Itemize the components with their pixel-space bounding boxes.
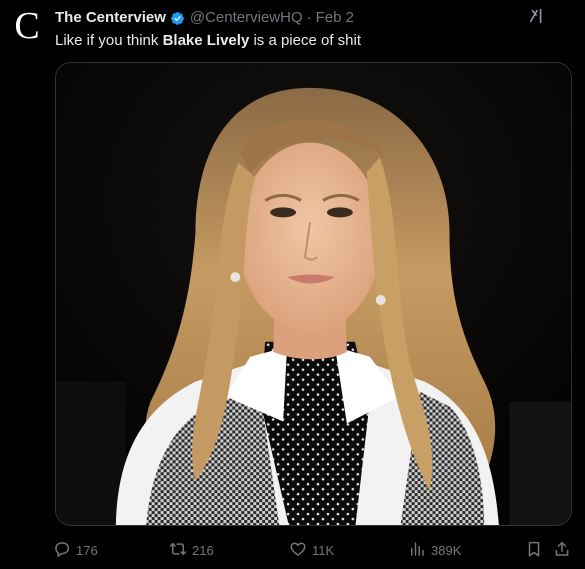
handle[interactable]: @CenterviewHQ: [190, 9, 303, 27]
tweet-date[interactable]: Feb 2: [316, 9, 354, 27]
repost-count: 216: [192, 542, 214, 558]
reply-count: 176: [76, 542, 98, 558]
bookmark-button[interactable]: [525, 538, 543, 562]
like-button[interactable]: 11K: [289, 538, 334, 562]
reply-icon: [53, 540, 71, 561]
action-bar: 176 216 11K 389K: [53, 538, 573, 562]
grok-icon[interactable]: [527, 6, 547, 26]
heart-icon: [289, 540, 307, 561]
reply-button[interactable]: 176: [53, 538, 98, 562]
share-button[interactable]: [553, 538, 571, 562]
repost-icon: [169, 540, 187, 561]
tweet[interactable]: C The Centerview @CenterviewHQ · Feb 2 L…: [0, 0, 585, 569]
separator-dot: ·: [306, 9, 312, 26]
avatar[interactable]: C: [10, 6, 44, 46]
views-chart-icon: [408, 540, 426, 561]
tweet-text-after: is a piece of shit: [249, 32, 362, 49]
verified-badge-icon: [170, 11, 185, 26]
tweet-media-photo[interactable]: [55, 62, 572, 526]
views-count: 389K: [431, 542, 462, 558]
tweet-text-bold: Blake Lively: [162, 32, 250, 49]
display-name[interactable]: The Centerview: [55, 9, 166, 27]
tweet-text: Like if you think Blake Lively is a piec…: [55, 32, 361, 50]
share-icon: [553, 540, 571, 561]
repost-button[interactable]: 216: [169, 538, 214, 562]
views-button[interactable]: 389K: [408, 538, 461, 562]
bookmark-icon: [525, 540, 543, 561]
tweet-header: The Centerview @CenterviewHQ · Feb 2: [55, 9, 354, 27]
tweet-text-before: Like if you think: [55, 32, 163, 49]
like-count: 11K: [312, 542, 335, 558]
